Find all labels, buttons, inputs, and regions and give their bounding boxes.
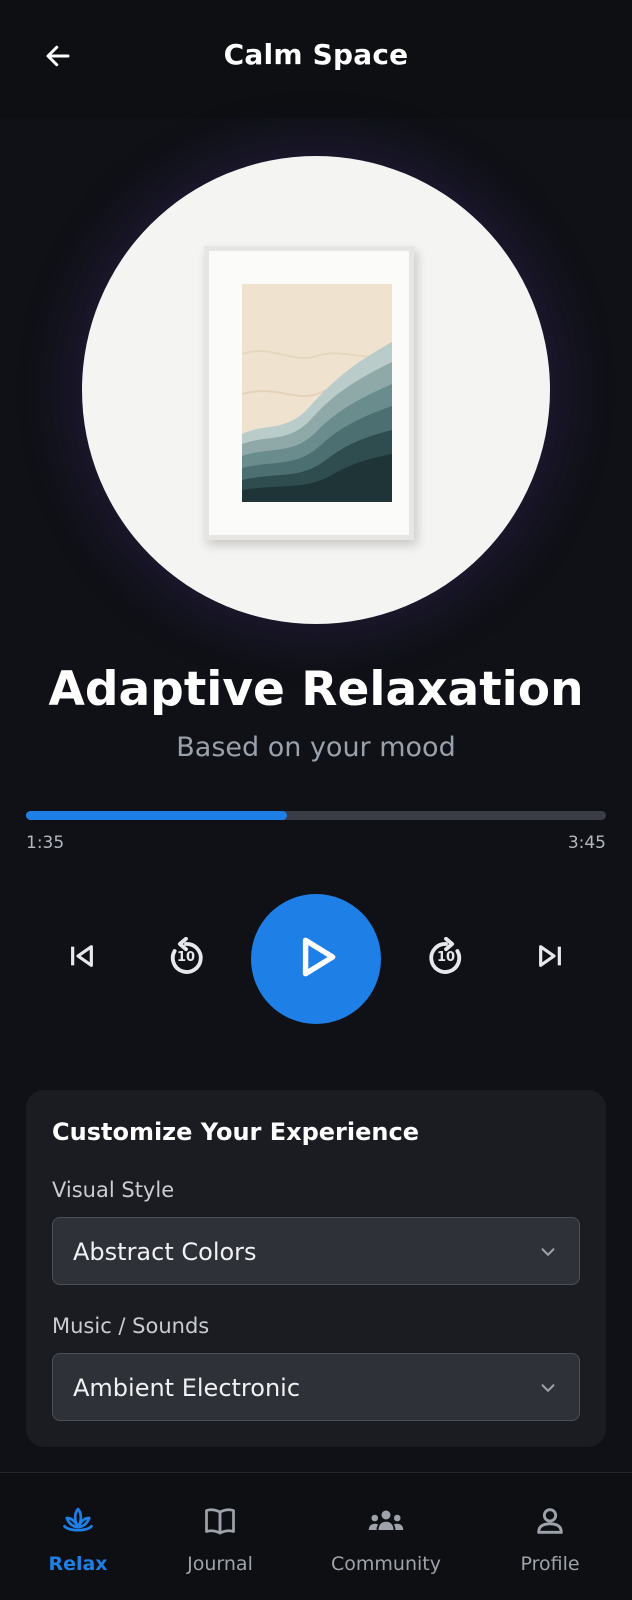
app-screen: Calm Space Adaptive Relaxation Based on …	[0, 0, 632, 1600]
page-title: Calm Space	[223, 38, 409, 71]
chevron-down-icon	[537, 1241, 559, 1267]
visual-style-value: Abstract Colors	[73, 1238, 257, 1266]
nav-item-community[interactable]: Community	[316, 1473, 456, 1600]
forward-10-button[interactable]: 10	[416, 928, 476, 988]
previous-button[interactable]	[52, 928, 112, 988]
nav-item-journal[interactable]: Journal	[168, 1473, 272, 1600]
progress-bar[interactable]	[26, 811, 606, 820]
customize-title: Customize Your Experience	[52, 1118, 419, 1146]
progress-fill	[26, 811, 287, 820]
nav-label-profile: Profile	[520, 1553, 580, 1575]
person-icon	[533, 1503, 567, 1539]
track-subtitle: Based on your mood	[176, 732, 456, 763]
total-time: 3:45	[567, 833, 606, 853]
music-select[interactable]: Ambient Electronic	[52, 1353, 580, 1421]
visual-style-label: Visual Style	[52, 1178, 175, 1202]
rewind-10-button[interactable]: 10	[156, 928, 216, 988]
skip-previous-icon	[66, 940, 98, 976]
music-value: Ambient Electronic	[73, 1374, 301, 1402]
replay-10-icon: 10	[165, 936, 207, 979]
customize-card: Customize Your Experience Visual Style A…	[26, 1090, 606, 1447]
top-bar: Calm Space	[0, 0, 632, 118]
bottom-navigation: Relax Journal Community Profile	[0, 1472, 632, 1600]
next-button[interactable]	[520, 928, 580, 988]
skip-next-icon	[534, 940, 566, 976]
nav-label-journal: Journal	[187, 1553, 253, 1575]
artwork-image	[82, 156, 550, 624]
nav-label-relax: Relax	[48, 1553, 108, 1575]
framed-print	[204, 246, 414, 540]
nav-item-profile[interactable]: Profile	[500, 1473, 600, 1600]
forward-10-label: 10	[436, 950, 456, 965]
people-icon	[366, 1503, 406, 1539]
wave-artwork	[242, 284, 392, 502]
play-button[interactable]	[251, 894, 381, 1024]
visual-style-select[interactable]: Abstract Colors	[52, 1217, 580, 1285]
nav-label-community: Community	[331, 1553, 441, 1575]
play-icon	[291, 932, 341, 986]
rewind-10-label: 10	[176, 950, 196, 965]
elapsed-time: 1:35	[26, 833, 65, 853]
music-label: Music / Sounds	[52, 1314, 210, 1338]
nav-item-relax[interactable]: Relax	[28, 1473, 128, 1600]
chevron-down-icon	[537, 1377, 559, 1403]
lotus-icon	[60, 1503, 96, 1539]
forward-10-icon: 10	[425, 936, 467, 979]
book-icon	[202, 1503, 238, 1539]
track-title: Adaptive Relaxation	[48, 662, 584, 717]
